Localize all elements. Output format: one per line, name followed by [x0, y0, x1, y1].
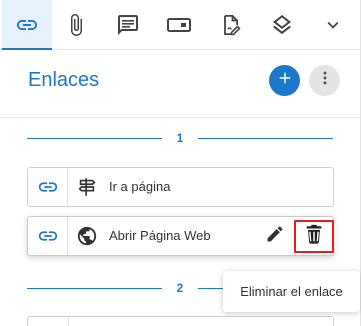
- pencil-icon: [265, 224, 285, 249]
- comment-icon: [116, 13, 140, 37]
- add-link-button[interactable]: [269, 65, 300, 96]
- page-separator: 1: [27, 131, 333, 145]
- link-icon: [15, 13, 39, 37]
- layers-icon: [270, 13, 294, 37]
- link-label: Ir a página: [109, 179, 171, 194]
- tab-more[interactable]: [308, 0, 358, 49]
- tab-fields[interactable]: [154, 0, 204, 49]
- row-divider: [68, 317, 69, 326]
- separator-line: [27, 288, 162, 289]
- link-item[interactable]: Ir a página: [27, 167, 334, 207]
- form-field-icon: [166, 13, 192, 37]
- separator-line: [198, 138, 333, 139]
- globe-icon: [73, 217, 101, 255]
- links-panel: Enlaces 1 Ir a página Abrir Página Web 2…: [0, 0, 361, 326]
- tab-links[interactable]: [2, 0, 52, 50]
- tab-attachments[interactable]: [51, 0, 101, 49]
- more-options-button[interactable]: [309, 65, 340, 96]
- plus-icon: [276, 69, 294, 92]
- page-number: 2: [176, 281, 184, 295]
- more-vertical-icon: [316, 69, 334, 92]
- panel-title: Enlaces: [28, 69, 100, 91]
- link-icon: [28, 217, 68, 255]
- link-item-partial[interactable]: [27, 316, 334, 326]
- separator-line: [27, 138, 162, 139]
- link-icon: [28, 168, 68, 206]
- chevron-down-icon: [322, 14, 344, 36]
- trash-icon: [303, 222, 325, 251]
- paperclip-icon: [64, 13, 88, 37]
- page-number: 1: [176, 131, 184, 145]
- panel-toolbar: [0, 0, 360, 50]
- tab-layers[interactable]: [257, 0, 307, 49]
- delete-link-button[interactable]: [294, 220, 334, 253]
- edit-link-button[interactable]: [260, 217, 290, 255]
- tab-comments[interactable]: [103, 0, 153, 49]
- tab-signatures[interactable]: [206, 0, 256, 49]
- link-item[interactable]: Abrir Página Web: [27, 216, 334, 256]
- signpost-icon: [73, 168, 101, 206]
- document-signature-icon: [219, 13, 243, 37]
- delete-tooltip: Eliminar el enlace: [223, 271, 360, 312]
- link-label: Abrir Página Web: [109, 228, 211, 243]
- header-divider: [0, 117, 360, 118]
